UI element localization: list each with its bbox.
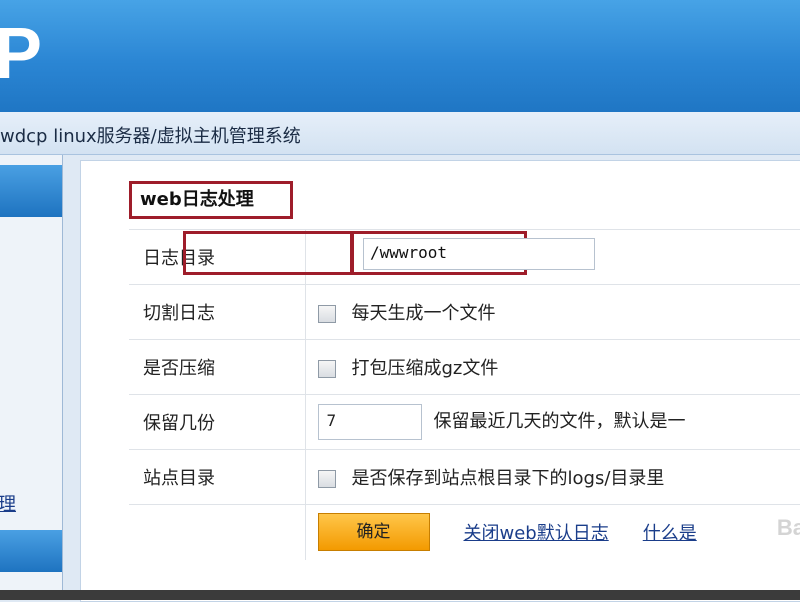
label-compress: 是否压缩 xyxy=(129,339,305,395)
compress-checkbox[interactable] xyxy=(317,360,336,378)
form-row-site-dir: 站点目录 是否保存到站点根目录下的logs/目录里 xyxy=(129,449,800,505)
label-site-dir: 站点目录 xyxy=(129,449,305,505)
header-banner: P xyxy=(0,0,800,112)
form-row-split-log: 切割日志 每天生成一个文件 xyxy=(129,284,800,340)
keep-copies-input[interactable]: 7 xyxy=(317,404,422,440)
watermark: Ba xyxy=(776,515,800,540)
window-bottom-edge xyxy=(0,590,800,600)
confirm-button[interactable]: 确定 xyxy=(317,513,430,552)
app-logo: P xyxy=(0,14,42,94)
sidebar-link[interactable]: 理 xyxy=(0,490,16,516)
compress-checkbox-label: 打包压缩成gz文件 xyxy=(351,358,499,379)
left-sidebar: 理 xyxy=(0,155,63,600)
form-row-actions: 确定 关闭web默认日志 什么是 xyxy=(129,504,800,560)
system-title-bar: wdcp linux服务器/虚拟主机管理系统 xyxy=(0,112,800,155)
highlight-box-label xyxy=(183,231,353,275)
split-log-checkbox-label: 每天生成一个文件 xyxy=(351,303,496,324)
label-keep-copies: 保留几份 xyxy=(129,394,305,450)
log-settings-form: 日志目录 切割日志 每天生成一个文件 是否压缩 打包压缩成gz文件 保留几份 7… xyxy=(129,229,800,560)
system-title: wdcp linux服务器/虚拟主机管理系统 xyxy=(0,126,301,147)
keep-copies-hint: 保留最近几天的文件，默认是一 xyxy=(433,411,686,432)
main-panel: web日志处理 日志目录 切割日志 每天生成一个文件 是否压缩 打包压缩成gz文… xyxy=(80,160,800,602)
form-row-keep-copies: 保留几份 7 保留最近几天的文件，默认是一 xyxy=(129,394,800,450)
split-log-checkbox[interactable] xyxy=(317,305,336,323)
sidebar-header xyxy=(0,165,62,217)
log-dir-input[interactable]: /wwwroot xyxy=(363,238,595,270)
section-title: web日志处理 xyxy=(129,181,293,219)
site-dir-checkbox-label: 是否保存到站点根目录下的logs/目录里 xyxy=(351,468,665,489)
what-is-link[interactable]: 什么是 xyxy=(643,523,697,544)
site-dir-checkbox[interactable] xyxy=(317,470,336,488)
label-split-log: 切割日志 xyxy=(129,284,305,340)
form-row-compress: 是否压缩 打包压缩成gz文件 xyxy=(129,339,800,395)
sidebar-footer-block xyxy=(0,530,62,572)
close-default-log-link[interactable]: 关闭web默认日志 xyxy=(464,523,609,544)
